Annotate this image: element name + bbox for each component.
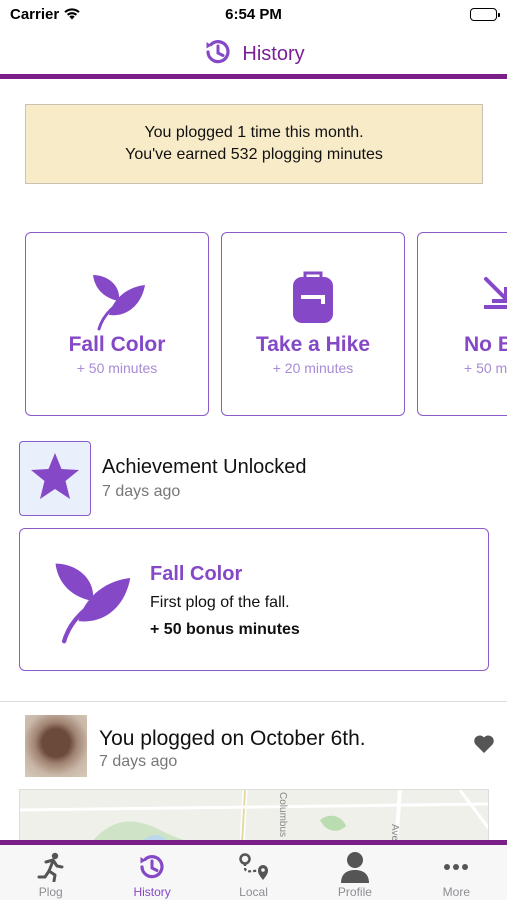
tab-label: More <box>442 885 470 899</box>
runner-icon <box>37 852 65 882</box>
battery-icon <box>470 8 500 21</box>
tab-bar: Plog History Local Profile More <box>0 845 507 900</box>
tab-more[interactable]: More <box>406 845 507 900</box>
star-icon <box>30 452 80 505</box>
badges-carousel[interactable]: Fall Color + 50 minutes Take a Hike + 20… <box>25 232 507 416</box>
tab-label: Plog <box>38 885 63 899</box>
badge-title: Take a Hike <box>255 333 370 356</box>
plog-title: You plogged on October 6th. <box>99 727 366 750</box>
history-icon <box>136 852 168 882</box>
badge-card-take-a-hike[interactable]: Take a Hike + 20 minutes <box>221 232 405 416</box>
achievement-card-title: Fall Color <box>150 563 243 585</box>
plog-map[interactable]: Columbus Ave <box>19 789 489 843</box>
summary-line-plogs: You plogged 1 time this month. <box>144 124 364 141</box>
map-street-label: Ave <box>389 824 400 842</box>
leaf-icon <box>26 271 208 331</box>
tab-history[interactable]: History <box>101 845 202 900</box>
achievement-card-description: First plog of the fall. <box>150 594 290 611</box>
achievement-card[interactable]: Fall Color First plog of the fall. + 50 … <box>19 528 489 671</box>
backpack-icon <box>222 271 404 331</box>
avatar[interactable] <box>25 715 87 777</box>
arrow-icon <box>464 271 507 331</box>
route-icon <box>238 852 270 882</box>
tab-plog[interactable]: Plog <box>0 845 101 900</box>
badge-card-fall-color[interactable]: Fall Color + 50 minutes <box>25 232 209 416</box>
history-icon <box>202 36 234 73</box>
badge-minutes: + 20 minutes <box>272 360 354 376</box>
page-title: History <box>242 42 305 65</box>
badge-card-partial[interactable]: No B + 50 m <box>417 232 507 416</box>
badge-title: Fall Color <box>68 333 166 356</box>
achievement-card-bonus: + 50 bonus minutes <box>150 621 300 638</box>
achievement-star-tile <box>19 441 91 516</box>
status-bar: Carrier 6:54 PM <box>0 0 507 30</box>
plog-time: 7 days ago <box>99 753 178 770</box>
badge-minutes: + 50 minutes <box>76 360 158 376</box>
ellipsis-icon <box>443 852 469 882</box>
achievement-time: 7 days ago <box>102 483 181 500</box>
map-street-label: Columbus <box>277 792 288 838</box>
clock: 6:54 PM <box>225 6 282 23</box>
badge-minutes: + 50 m <box>464 360 507 376</box>
person-icon <box>340 852 370 883</box>
tab-label: Local <box>239 885 268 899</box>
badge-title: No B <box>464 333 507 356</box>
section-divider <box>0 701 507 702</box>
leaf-icon <box>44 555 136 652</box>
summary-line-minutes: You've earned 532 plogging minutes <box>125 146 383 163</box>
nav-header: History <box>0 34 507 74</box>
header-divider <box>0 74 507 79</box>
monthly-summary-banner: You plogged 1 time this month. You've ea… <box>25 104 483 184</box>
tab-local[interactable]: Local <box>203 845 304 900</box>
tab-label: Profile <box>337 885 372 899</box>
tab-label: History <box>133 885 171 899</box>
heart-icon[interactable] <box>473 734 495 759</box>
achievement-title: Achievement Unlocked <box>102 456 307 478</box>
tab-profile[interactable]: Profile <box>304 845 405 900</box>
